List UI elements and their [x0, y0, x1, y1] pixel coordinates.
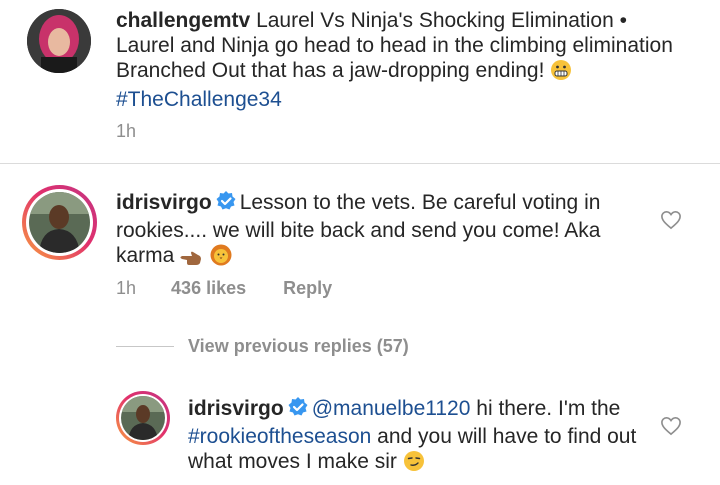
- view-previous-replies[interactable]: View previous replies (57): [188, 336, 409, 357]
- heart-icon[interactable]: [660, 416, 682, 441]
- comment-meta: 1h 436 likes Reply: [116, 278, 332, 299]
- heart-icon[interactable]: [660, 210, 682, 235]
- avatar-idrisvirgo: [29, 192, 90, 253]
- comment-body: idrisvirgo Lesson to the vets. Be careful…: [116, 190, 636, 272]
- post-hashtag[interactable]: #TheChallenge34: [116, 88, 282, 111]
- post-caption: challengemtv Laurel Vs Ninja's Shocking …: [116, 8, 676, 112]
- smirk-emoji: [403, 450, 425, 478]
- verified-badge-icon: [287, 396, 309, 424]
- replies-divider-line: [116, 346, 174, 347]
- comment-reply-button[interactable]: Reply: [283, 278, 332, 298]
- comment-time: 1h: [116, 278, 137, 298]
- reply-username[interactable]: idrisvirgo: [188, 397, 284, 420]
- reply-text-a: hi there. I'm the: [476, 397, 621, 420]
- verified-badge-icon: [215, 190, 237, 218]
- reply-body: idrisvirgo @manuelbe1120 hi there. I'm th…: [188, 396, 643, 478]
- reply-avatar-idrisvirgo: [121, 396, 165, 440]
- grimace-emoji: [550, 59, 572, 87]
- avatar-ring[interactable]: [22, 185, 97, 260]
- pointing-hand-emoji: [180, 244, 204, 272]
- divider: [0, 163, 720, 164]
- avatar-challengemtv[interactable]: [27, 9, 91, 73]
- post-time: 1h: [116, 121, 137, 141]
- lion-emoji: [210, 244, 232, 272]
- comment-username[interactable]: idrisvirgo: [116, 191, 212, 214]
- reply-mention[interactable]: @manuelbe1120: [312, 397, 471, 420]
- comment-likes[interactable]: 436 likes: [171, 278, 246, 298]
- reply-hashtag[interactable]: #rookieoftheseason: [188, 425, 371, 448]
- reply-avatar-ring[interactable]: [116, 391, 170, 445]
- post-username[interactable]: challengemtv: [116, 9, 250, 32]
